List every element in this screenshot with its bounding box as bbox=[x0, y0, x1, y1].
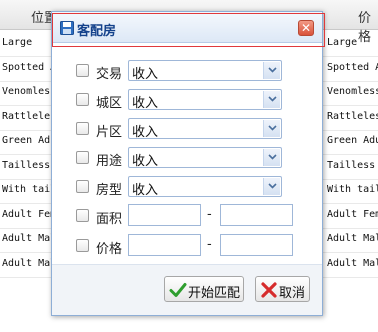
dialog-title-bar[interactable]: 客配房 ✕ bbox=[52, 12, 322, 43]
range-separator: - bbox=[207, 207, 212, 222]
form-row-usage: 用途 收入 bbox=[52, 146, 322, 170]
start-match-button[interactable]: 开始匹配 bbox=[164, 276, 244, 302]
district-checkbox[interactable] bbox=[76, 93, 89, 106]
chevron-down-icon[interactable] bbox=[263, 62, 280, 79]
table-cell: Tailless bbox=[327, 160, 376, 171]
table-cell: Large bbox=[2, 37, 33, 48]
usage-select[interactable]: 收入 bbox=[128, 147, 282, 169]
cancel-x-icon bbox=[261, 282, 277, 298]
table-cell: Adult Mal bbox=[2, 233, 52, 244]
form-row-price: 价格 - bbox=[52, 234, 322, 258]
area-select-value: 收入 bbox=[132, 125, 159, 140]
area-select[interactable]: 收入 bbox=[128, 118, 282, 140]
form-row-trade: 交易 收入 bbox=[52, 59, 322, 83]
price-label: 价格 bbox=[96, 242, 123, 257]
district-select-value: 收入 bbox=[132, 96, 159, 111]
usage-select-value: 收入 bbox=[132, 154, 159, 169]
checkmark-icon bbox=[169, 283, 187, 297]
floor-area-max-input[interactable] bbox=[220, 204, 293, 226]
table-cell: With tail bbox=[2, 184, 52, 195]
chevron-down-icon[interactable] bbox=[263, 120, 280, 137]
district-select[interactable]: 收入 bbox=[128, 89, 282, 111]
trade-select-value: 收入 bbox=[132, 67, 159, 82]
table-cell: Venomless bbox=[327, 86, 378, 97]
close-button[interactable]: ✕ bbox=[298, 20, 314, 36]
table-cell: Tailless bbox=[2, 160, 51, 171]
floor-area-min-input[interactable] bbox=[128, 204, 201, 226]
trade-checkbox[interactable] bbox=[76, 64, 89, 77]
trade-select[interactable]: 收入 bbox=[128, 60, 282, 82]
dialog-title: 客配房 bbox=[77, 24, 117, 39]
area-label: 片区 bbox=[96, 125, 123, 140]
table-cell: Large bbox=[327, 37, 358, 48]
chevron-down-icon[interactable] bbox=[263, 91, 280, 108]
cancel-button[interactable]: 取消 bbox=[255, 276, 310, 302]
table-cell: Green Adu bbox=[2, 135, 52, 146]
usage-label: 用途 bbox=[96, 154, 123, 169]
price-min-input[interactable] bbox=[128, 234, 201, 256]
start-match-label: 开始匹配 bbox=[188, 286, 241, 301]
room-type-checkbox[interactable] bbox=[76, 180, 89, 193]
form-row-area: 片区 收入 bbox=[52, 117, 322, 141]
form-row-floor-area: 面积 - bbox=[52, 204, 322, 228]
floppy-disk-icon bbox=[60, 21, 74, 35]
table-cell: Venomless bbox=[2, 86, 52, 97]
range-separator: - bbox=[207, 237, 212, 252]
table-cell: Adult Fem bbox=[2, 209, 52, 220]
chevron-down-icon[interactable] bbox=[263, 178, 280, 195]
price-checkbox[interactable] bbox=[76, 239, 89, 252]
table-cell: Green Adu bbox=[327, 135, 378, 146]
form-row-district: 城区 收入 bbox=[52, 88, 322, 112]
room-type-label: 房型 bbox=[96, 183, 123, 198]
table-cell: With tail bbox=[327, 184, 378, 195]
price-max-input[interactable] bbox=[220, 234, 293, 256]
district-label: 城区 bbox=[96, 96, 123, 111]
table-cell: Spotted A bbox=[327, 62, 378, 73]
table-cell: Adult Mal bbox=[2, 258, 52, 269]
chevron-down-icon[interactable] bbox=[263, 149, 280, 166]
table-cell: Rattleles bbox=[2, 111, 52, 122]
dialog-footer: 开始匹配 取消 bbox=[52, 264, 322, 315]
trade-label: 交易 bbox=[96, 67, 123, 82]
floor-area-label: 面积 bbox=[96, 212, 123, 227]
table-cell: Rattleles bbox=[327, 111, 378, 122]
table-cell: Adult Mal bbox=[327, 233, 378, 244]
cancel-label: 取消 bbox=[279, 286, 306, 301]
form-row-room-type: 房型 收入 bbox=[52, 175, 322, 199]
table-cell: Adult Mal bbox=[327, 258, 378, 269]
usage-checkbox[interactable] bbox=[76, 151, 89, 164]
match-dialog: 客配房 ✕ 交易 收入 城区 收入 片区 收入 用途 收入 房型 收入 面积 -… bbox=[51, 11, 323, 316]
room-type-select-value: 收入 bbox=[132, 183, 159, 198]
floor-area-checkbox[interactable] bbox=[76, 209, 89, 222]
table-cell: Spotted A bbox=[2, 62, 52, 73]
area-checkbox[interactable] bbox=[76, 122, 89, 135]
table-cell: Adult Fem bbox=[327, 209, 378, 220]
room-type-select[interactable]: 收入 bbox=[128, 176, 282, 198]
